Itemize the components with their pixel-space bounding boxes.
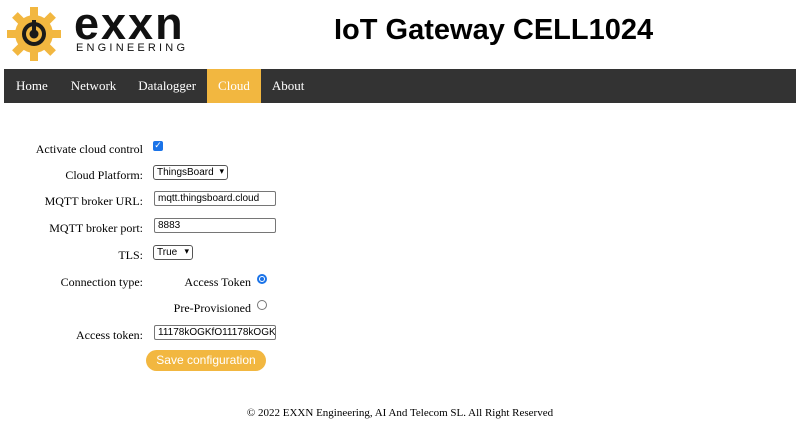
broker-url-row: MQTT broker URL: mqtt.thingsboard.cloud (0, 190, 800, 212)
brand-subtitle: ENGINEERING (76, 42, 189, 54)
cloud-platform-select[interactable]: ThingsBoard ▾ (153, 165, 228, 180)
broker-port-row: MQTT broker port: 8883 (0, 217, 800, 239)
nav-datalogger[interactable]: Datalogger (127, 69, 207, 103)
tls-row: TLS: True ▾ (0, 244, 800, 266)
activate-cloud-checkbox[interactable]: ✓ (153, 141, 163, 151)
broker-port-input[interactable]: 8883 (154, 218, 276, 233)
nav-network[interactable]: Network (60, 69, 128, 103)
activate-cloud-label: Activate cloud control (35, 142, 143, 156)
page-title: IoT Gateway CELL1024 (334, 14, 654, 46)
nav-home[interactable]: Home (4, 69, 60, 103)
pre-provisioned-row: Pre-Provisioned (0, 297, 800, 319)
pre-provisioned-option-label: Pre-Provisioned (173, 301, 251, 315)
connection-type-label: Connection type: (60, 275, 143, 289)
tls-label: TLS: (118, 248, 143, 262)
cloud-platform-row: Cloud Platform: ThingsBoard ▾ (0, 164, 800, 186)
access-token-option-label: Access Token (184, 275, 251, 289)
footer-copyright: © 2022 EXXN Engineering, AI And Telecom … (246, 407, 554, 419)
header: exxn ENGINEERING IoT Gateway CELL1024 (0, 0, 800, 68)
access-token-input[interactable]: 11178kOGKfO11178kOGKfO (154, 325, 276, 340)
chevron-down-icon: ▾ (184, 247, 189, 257)
pre-provisioned-radio[interactable] (257, 300, 267, 310)
access-token-label: Access token: (76, 328, 143, 342)
cloud-platform-value: ThingsBoard (157, 167, 214, 178)
tls-select[interactable]: True ▾ (153, 245, 193, 260)
broker-url-input[interactable]: mqtt.thingsboard.cloud (154, 191, 276, 206)
connection-type-row: Connection type: Access Token (0, 271, 800, 293)
save-configuration-button[interactable]: Save configuration (146, 350, 266, 371)
tls-value: True (157, 247, 178, 258)
broker-port-label: MQTT broker port: (49, 221, 143, 235)
access-token-row: Access token: 11178kOGKfO11178kOGKfO (0, 324, 800, 346)
activate-cloud-row: Activate cloud control ✓ (0, 138, 800, 160)
cloud-platform-label: Cloud Platform: (65, 168, 143, 182)
access-token-radio[interactable] (257, 274, 267, 284)
chevron-down-icon: ▾ (219, 167, 224, 177)
nav-about[interactable]: About (261, 69, 316, 103)
nav-cloud[interactable]: Cloud (207, 69, 261, 103)
main-navbar: Home Network Datalogger Cloud About (4, 69, 796, 103)
gear-logo-icon (7, 7, 61, 61)
broker-url-label: MQTT broker URL: (44, 194, 143, 208)
